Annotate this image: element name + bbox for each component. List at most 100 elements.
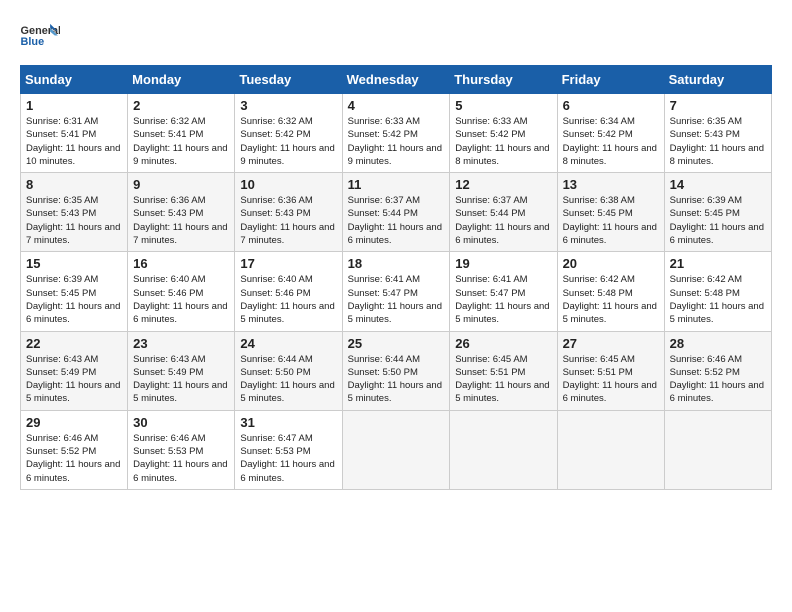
calendar-cell: 22 Sunrise: 6:43 AM Sunset: 5:49 PM Dayl… bbox=[21, 331, 128, 410]
day-number: 21 bbox=[670, 256, 766, 271]
calendar-cell: 10 Sunrise: 6:36 AM Sunset: 5:43 PM Dayl… bbox=[235, 173, 342, 252]
calendar-cell bbox=[557, 410, 664, 489]
day-detail: Sunrise: 6:43 AM Sunset: 5:49 PM Dayligh… bbox=[133, 353, 229, 406]
day-number: 20 bbox=[563, 256, 659, 271]
day-detail: Sunrise: 6:37 AM Sunset: 5:44 PM Dayligh… bbox=[348, 194, 445, 247]
day-number: 15 bbox=[26, 256, 122, 271]
col-header-saturday: Saturday bbox=[664, 66, 771, 94]
calendar-cell: 16 Sunrise: 6:40 AM Sunset: 5:46 PM Dayl… bbox=[128, 252, 235, 331]
day-number: 8 bbox=[26, 177, 122, 192]
day-detail: Sunrise: 6:47 AM Sunset: 5:53 PM Dayligh… bbox=[240, 432, 336, 485]
calendar-cell bbox=[450, 410, 557, 489]
day-detail: Sunrise: 6:46 AM Sunset: 5:52 PM Dayligh… bbox=[26, 432, 122, 485]
calendar-cell: 19 Sunrise: 6:41 AM Sunset: 5:47 PM Dayl… bbox=[450, 252, 557, 331]
day-number: 18 bbox=[348, 256, 445, 271]
logo: General Blue bbox=[20, 20, 64, 55]
calendar-cell: 8 Sunrise: 6:35 AM Sunset: 5:43 PM Dayli… bbox=[21, 173, 128, 252]
day-number: 26 bbox=[455, 336, 551, 351]
day-number: 2 bbox=[133, 98, 229, 113]
calendar-cell: 17 Sunrise: 6:40 AM Sunset: 5:46 PM Dayl… bbox=[235, 252, 342, 331]
day-detail: Sunrise: 6:39 AM Sunset: 5:45 PM Dayligh… bbox=[26, 273, 122, 326]
calendar-cell: 24 Sunrise: 6:44 AM Sunset: 5:50 PM Dayl… bbox=[235, 331, 342, 410]
day-number: 10 bbox=[240, 177, 336, 192]
calendar-table: SundayMondayTuesdayWednesdayThursdayFrid… bbox=[20, 65, 772, 490]
day-detail: Sunrise: 6:45 AM Sunset: 5:51 PM Dayligh… bbox=[455, 353, 551, 406]
day-detail: Sunrise: 6:36 AM Sunset: 5:43 PM Dayligh… bbox=[133, 194, 229, 247]
day-number: 9 bbox=[133, 177, 229, 192]
day-detail: Sunrise: 6:33 AM Sunset: 5:42 PM Dayligh… bbox=[455, 115, 551, 168]
col-header-tuesday: Tuesday bbox=[235, 66, 342, 94]
day-detail: Sunrise: 6:35 AM Sunset: 5:43 PM Dayligh… bbox=[670, 115, 766, 168]
day-number: 7 bbox=[670, 98, 766, 113]
day-number: 24 bbox=[240, 336, 336, 351]
day-number: 1 bbox=[26, 98, 122, 113]
calendar-cell: 13 Sunrise: 6:38 AM Sunset: 5:45 PM Dayl… bbox=[557, 173, 664, 252]
day-number: 14 bbox=[670, 177, 766, 192]
day-number: 11 bbox=[348, 177, 445, 192]
day-number: 5 bbox=[455, 98, 551, 113]
day-detail: Sunrise: 6:33 AM Sunset: 5:42 PM Dayligh… bbox=[348, 115, 445, 168]
day-detail: Sunrise: 6:34 AM Sunset: 5:42 PM Dayligh… bbox=[563, 115, 659, 168]
day-detail: Sunrise: 6:39 AM Sunset: 5:45 PM Dayligh… bbox=[670, 194, 766, 247]
col-header-monday: Monday bbox=[128, 66, 235, 94]
calendar-cell: 6 Sunrise: 6:34 AM Sunset: 5:42 PM Dayli… bbox=[557, 94, 664, 173]
calendar-cell: 21 Sunrise: 6:42 AM Sunset: 5:48 PM Dayl… bbox=[664, 252, 771, 331]
day-detail: Sunrise: 6:43 AM Sunset: 5:49 PM Dayligh… bbox=[26, 353, 122, 406]
calendar-cell: 11 Sunrise: 6:37 AM Sunset: 5:44 PM Dayl… bbox=[342, 173, 450, 252]
col-header-sunday: Sunday bbox=[21, 66, 128, 94]
calendar-cell: 2 Sunrise: 6:32 AM Sunset: 5:41 PM Dayli… bbox=[128, 94, 235, 173]
day-detail: Sunrise: 6:42 AM Sunset: 5:48 PM Dayligh… bbox=[670, 273, 766, 326]
calendar-cell bbox=[664, 410, 771, 489]
day-detail: Sunrise: 6:40 AM Sunset: 5:46 PM Dayligh… bbox=[240, 273, 336, 326]
day-number: 3 bbox=[240, 98, 336, 113]
calendar-week-3: 15 Sunrise: 6:39 AM Sunset: 5:45 PM Dayl… bbox=[21, 252, 772, 331]
day-detail: Sunrise: 6:46 AM Sunset: 5:53 PM Dayligh… bbox=[133, 432, 229, 485]
calendar-cell: 9 Sunrise: 6:36 AM Sunset: 5:43 PM Dayli… bbox=[128, 173, 235, 252]
calendar-cell: 15 Sunrise: 6:39 AM Sunset: 5:45 PM Dayl… bbox=[21, 252, 128, 331]
day-number: 29 bbox=[26, 415, 122, 430]
day-number: 28 bbox=[670, 336, 766, 351]
day-detail: Sunrise: 6:40 AM Sunset: 5:46 PM Dayligh… bbox=[133, 273, 229, 326]
calendar-cell: 28 Sunrise: 6:46 AM Sunset: 5:52 PM Dayl… bbox=[664, 331, 771, 410]
calendar-cell: 29 Sunrise: 6:46 AM Sunset: 5:52 PM Dayl… bbox=[21, 410, 128, 489]
col-header-thursday: Thursday bbox=[450, 66, 557, 94]
calendar-cell: 5 Sunrise: 6:33 AM Sunset: 5:42 PM Dayli… bbox=[450, 94, 557, 173]
day-number: 12 bbox=[455, 177, 551, 192]
day-number: 23 bbox=[133, 336, 229, 351]
calendar-cell: 7 Sunrise: 6:35 AM Sunset: 5:43 PM Dayli… bbox=[664, 94, 771, 173]
day-number: 31 bbox=[240, 415, 336, 430]
calendar-cell: 27 Sunrise: 6:45 AM Sunset: 5:51 PM Dayl… bbox=[557, 331, 664, 410]
calendar-cell: 14 Sunrise: 6:39 AM Sunset: 5:45 PM Dayl… bbox=[664, 173, 771, 252]
day-detail: Sunrise: 6:37 AM Sunset: 5:44 PM Dayligh… bbox=[455, 194, 551, 247]
calendar-cell: 31 Sunrise: 6:47 AM Sunset: 5:53 PM Dayl… bbox=[235, 410, 342, 489]
calendar-week-2: 8 Sunrise: 6:35 AM Sunset: 5:43 PM Dayli… bbox=[21, 173, 772, 252]
calendar-cell: 18 Sunrise: 6:41 AM Sunset: 5:47 PM Dayl… bbox=[342, 252, 450, 331]
calendar-cell: 3 Sunrise: 6:32 AM Sunset: 5:42 PM Dayli… bbox=[235, 94, 342, 173]
day-number: 27 bbox=[563, 336, 659, 351]
day-number: 22 bbox=[26, 336, 122, 351]
calendar-cell: 25 Sunrise: 6:44 AM Sunset: 5:50 PM Dayl… bbox=[342, 331, 450, 410]
day-detail: Sunrise: 6:41 AM Sunset: 5:47 PM Dayligh… bbox=[455, 273, 551, 326]
calendar-week-5: 29 Sunrise: 6:46 AM Sunset: 5:52 PM Dayl… bbox=[21, 410, 772, 489]
day-number: 30 bbox=[133, 415, 229, 430]
calendar-cell: 23 Sunrise: 6:43 AM Sunset: 5:49 PM Dayl… bbox=[128, 331, 235, 410]
day-detail: Sunrise: 6:44 AM Sunset: 5:50 PM Dayligh… bbox=[348, 353, 445, 406]
day-detail: Sunrise: 6:31 AM Sunset: 5:41 PM Dayligh… bbox=[26, 115, 122, 168]
calendar-week-1: 1 Sunrise: 6:31 AM Sunset: 5:41 PM Dayli… bbox=[21, 94, 772, 173]
calendar-cell: 1 Sunrise: 6:31 AM Sunset: 5:41 PM Dayli… bbox=[21, 94, 128, 173]
calendar-week-4: 22 Sunrise: 6:43 AM Sunset: 5:49 PM Dayl… bbox=[21, 331, 772, 410]
day-detail: Sunrise: 6:46 AM Sunset: 5:52 PM Dayligh… bbox=[670, 353, 766, 406]
day-detail: Sunrise: 6:32 AM Sunset: 5:42 PM Dayligh… bbox=[240, 115, 336, 168]
col-header-friday: Friday bbox=[557, 66, 664, 94]
col-header-wednesday: Wednesday bbox=[342, 66, 450, 94]
day-number: 4 bbox=[348, 98, 445, 113]
day-detail: Sunrise: 6:45 AM Sunset: 5:51 PM Dayligh… bbox=[563, 353, 659, 406]
calendar-cell: 30 Sunrise: 6:46 AM Sunset: 5:53 PM Dayl… bbox=[128, 410, 235, 489]
day-detail: Sunrise: 6:41 AM Sunset: 5:47 PM Dayligh… bbox=[348, 273, 445, 326]
day-number: 16 bbox=[133, 256, 229, 271]
calendar-cell bbox=[342, 410, 450, 489]
day-detail: Sunrise: 6:38 AM Sunset: 5:45 PM Dayligh… bbox=[563, 194, 659, 247]
day-number: 17 bbox=[240, 256, 336, 271]
svg-text:Blue: Blue bbox=[21, 36, 45, 48]
day-number: 6 bbox=[563, 98, 659, 113]
